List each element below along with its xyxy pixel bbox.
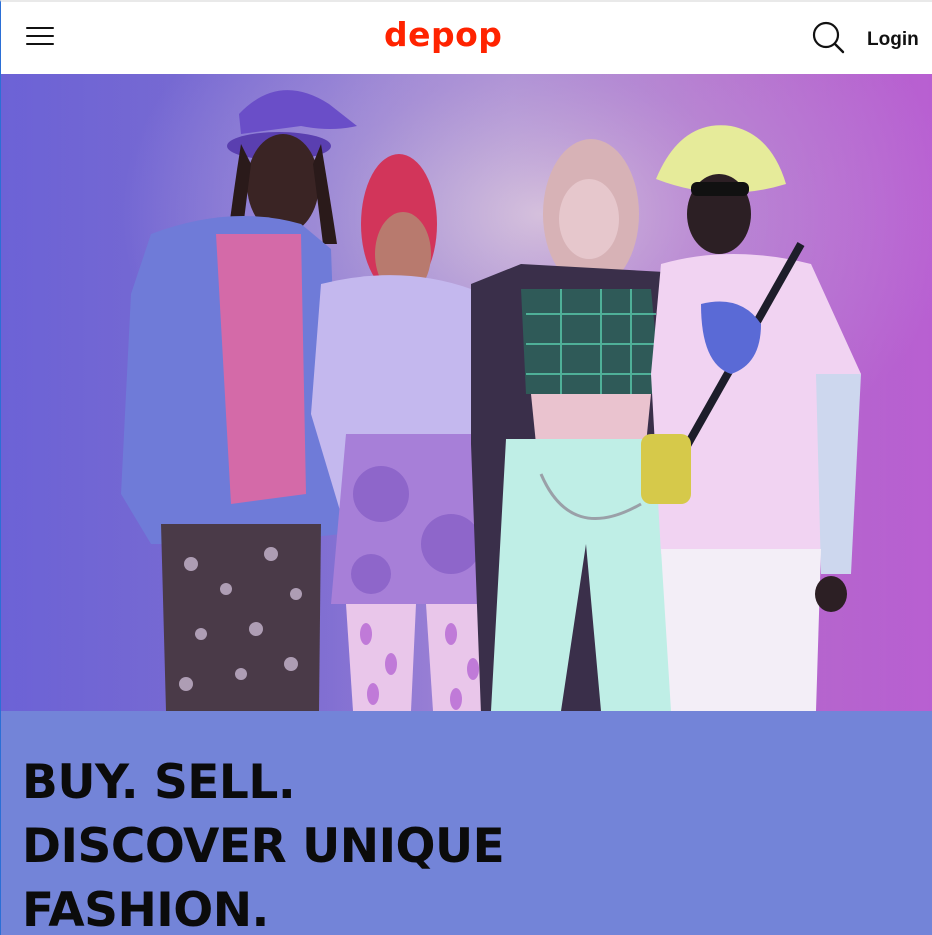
headline-line-2: DISCOVER UNIQUE xyxy=(22,819,505,874)
hamburger-menu-icon[interactable] xyxy=(26,24,54,48)
login-link[interactable]: Login xyxy=(867,27,919,53)
search-icon[interactable] xyxy=(811,20,845,54)
hero-image xyxy=(1,74,932,711)
menu-bar xyxy=(26,43,54,45)
headline-line-3: FASHION. xyxy=(22,883,269,935)
headline-line-1: BUY. SELL. xyxy=(22,755,296,810)
hero-text-panel: BUY. SELL. DISCOVER UNIQUE FASHION. xyxy=(1,711,932,935)
menu-bar xyxy=(26,27,54,29)
hero-headline: BUY. SELL. DISCOVER UNIQUE FASHION. xyxy=(22,751,505,935)
page: depop Login BUY. SELL. DISCOVER UNIQUE F… xyxy=(0,0,932,935)
site-header: depop Login xyxy=(1,2,932,75)
depop-logo[interactable]: depop xyxy=(384,15,502,55)
menu-bar xyxy=(26,35,54,37)
hero-photo-illustration xyxy=(1,74,932,711)
search-icon-graphic xyxy=(812,21,845,54)
